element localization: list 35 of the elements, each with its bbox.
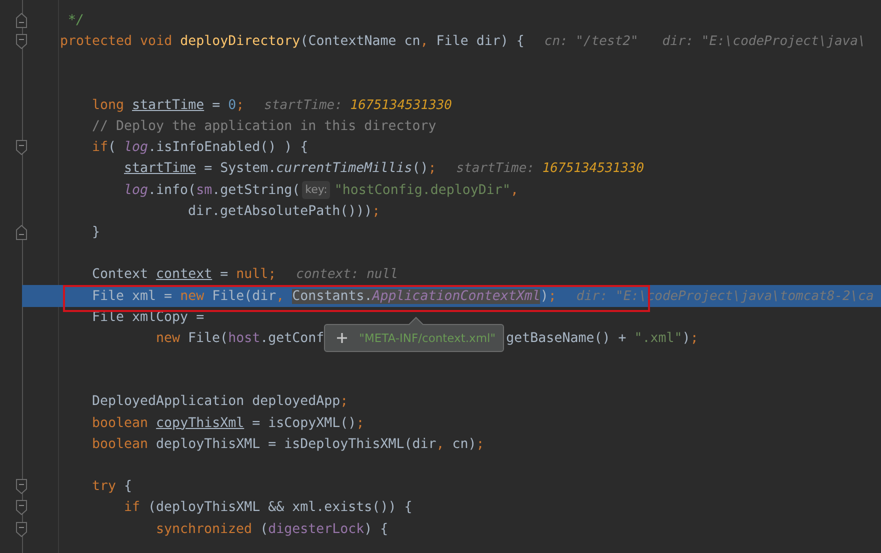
expand-icon[interactable] [337,333,348,344]
code-line: long startTime = 0; [92,96,244,115]
code-line: synchronized (digesterLock) { [156,520,388,539]
inline-debug-value: dir: "E:\codeProject\java\ [662,33,866,52]
fold-icon[interactable] [16,479,27,494]
code-line: "hostConfig.deployDir", [334,182,518,200]
code-line: } [92,224,100,242]
fold-icon[interactable] [16,224,27,240]
inline-debug-value: startTime: 1675134531330 [456,160,644,178]
code-line: try { [92,478,132,496]
fold-icon[interactable] [16,34,27,50]
code-line: */ [67,12,84,30]
inline-debug-value: context: null [296,266,398,284]
code-line: // Deploy the application in this directory [92,118,436,136]
tooltip-value: "META-INF/context.xml" [359,330,496,347]
parameter-hint: key: [302,181,330,200]
code-line: dir.getAbsolutePath())); [188,202,380,221]
fold-icon[interactable] [16,13,27,28]
code-line: log.info(sm.getString( [124,182,300,200]
code-line: if( log.isInfoEnabled() ) { [92,139,308,158]
fold-icon[interactable] [16,140,27,156]
fold-icon[interactable] [16,500,27,516]
code-line: getBaseName() + ".xml"); [506,330,698,348]
code-line: DeployedApplication deployedApp; [92,393,348,412]
code-line: startTime = System.currentTimeMillis(); [124,160,436,178]
fold-icon[interactable] [16,522,27,537]
code-line: protected void deployDirectory(ContextName cn, File dir) { [60,33,524,52]
code-line: File xml = new File(dir, Constants.ApplicationContextXml); [92,288,556,306]
code-line: new File(host.getConf [156,330,324,348]
code-line: boolean deployThisXML = isDeployThisXML(dir, cn); [92,436,484,454]
code-line: if (deployThisXML && xml.exists()) { [124,499,412,518]
inline-debug-value: startTime: 1675134531330 [264,96,452,115]
code-line: Context context = null; [92,266,276,284]
code-line: boolean copyThisXml = isCopyXML(); [92,414,364,433]
inline-debug-value: cn: "/test2" [544,33,638,52]
